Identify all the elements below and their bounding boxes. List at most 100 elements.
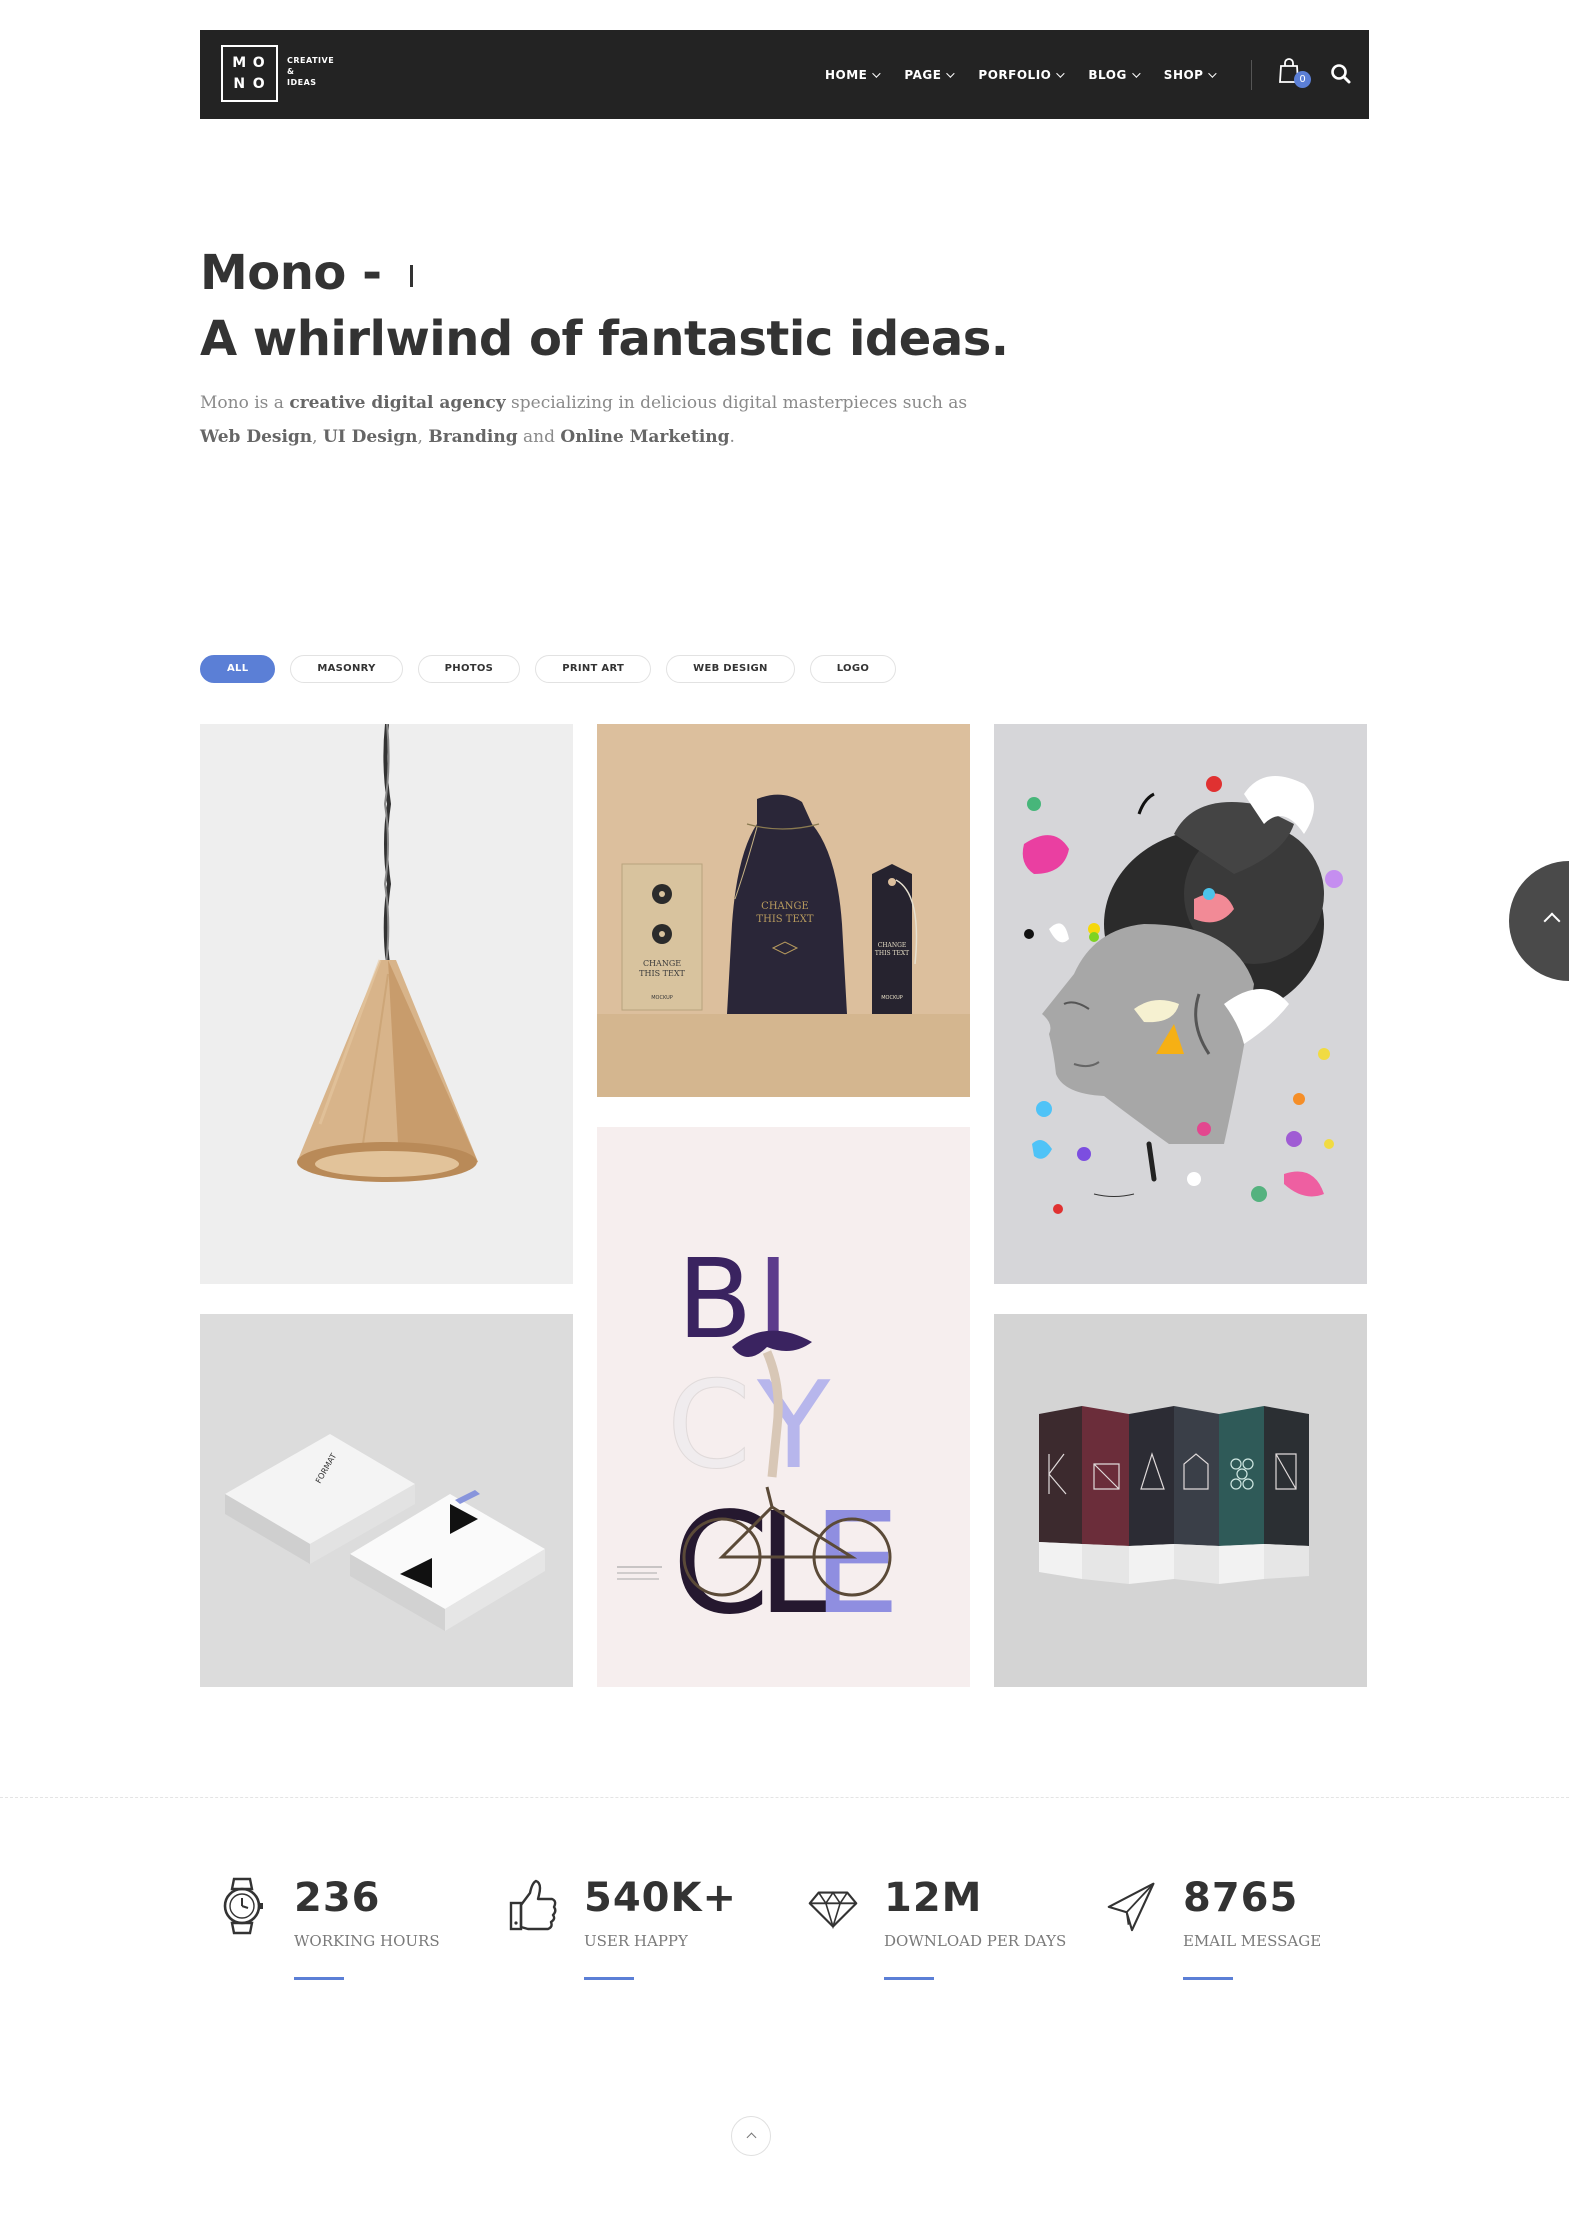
portfolio-item-packaging[interactable]: CHANGE THIS TEXT MOCKUP CHANGE THIS TEXT… [597, 724, 970, 1097]
filter-masonry[interactable]: MASONRY [290, 655, 403, 683]
tag-text: THIS TEXT [875, 950, 909, 957]
paper-plane-icon [1107, 1882, 1155, 1932]
portfolio-item-poster[interactable]: B I C Y C L E [597, 1127, 970, 1687]
illustration-image [994, 724, 1367, 1284]
stat-email-messages: 8765 EMAIL MESSAGE [1107, 1875, 1367, 1985]
brochure-image [994, 1314, 1367, 1687]
stat-underline [584, 1977, 634, 1980]
desc-text: and [517, 427, 561, 447]
nav-item-page[interactable]: PAGE [904, 67, 956, 82]
chevron-up-icon [1543, 912, 1561, 930]
logo-letter: M [232, 55, 248, 71]
lamp-image [200, 724, 573, 1284]
nav-item-label: PORFOLIO [978, 67, 1052, 82]
desc-bold: Branding [428, 427, 518, 447]
portfolio-filters: ALL MASONRY PHOTOS PRINT ART WEB DESIGN … [200, 655, 911, 683]
tag-text: THIS TEXT [756, 914, 813, 925]
hero-title: Mono - A whirlwind of fantastic ideas. [200, 240, 1009, 372]
desc-text: , [417, 427, 429, 447]
stat-underline [1183, 1977, 1233, 1980]
poster-letter: C [672, 1483, 770, 1646]
scroll-top-button-side[interactable] [1509, 861, 1569, 981]
chevron-down-icon [872, 68, 882, 78]
desc-text: specializing in delicious digital master… [505, 393, 968, 413]
typing-cursor [409, 265, 413, 287]
stat-working-hours: 236 WORKING HOURS [218, 1875, 478, 1985]
poster-letter: C [667, 1357, 751, 1496]
hero-title-line1: Mono - [200, 240, 1009, 306]
bicycle-poster-image: B I C Y C L E [597, 1127, 970, 1687]
diamond-icon [808, 1891, 858, 1930]
desc-bold: Web Design [200, 427, 313, 447]
cart-button[interactable]: 0 [1278, 58, 1312, 88]
site-header: M O N O CREATIVE & IDEAS HOME PAGE PORFO… [200, 30, 1369, 119]
nav-item-home[interactable]: HOME [825, 67, 882, 82]
logo-letter: N [233, 75, 247, 92]
stat-downloads: 12M DOWNLOAD PER DAYS [808, 1875, 1068, 1985]
stat-value: 540K+ [584, 1875, 738, 1921]
tagline-line: CREATIVE [287, 56, 335, 65]
nav-item-label: BLOG [1088, 67, 1127, 82]
portfolio-item-brochure[interactable] [994, 1314, 1367, 1687]
tag-text: CHANGE [761, 901, 809, 912]
chevron-down-icon [1208, 68, 1218, 78]
chevron-down-icon [1131, 68, 1141, 78]
portfolio-item-illustration[interactable] [994, 724, 1367, 1284]
desc-text: , [312, 427, 323, 447]
filter-photos[interactable]: PHOTOS [417, 655, 521, 683]
portfolio-item-business-cards[interactable]: FORMAT [200, 1314, 573, 1687]
cart-count-badge: 0 [1294, 71, 1311, 88]
desc-text: Mono is a [200, 393, 290, 413]
poster-letter: Y [756, 1357, 831, 1496]
nav-item-label: HOME [825, 67, 868, 82]
tagline-line: IDEAS [287, 78, 317, 87]
thumbs-up-icon [509, 1879, 557, 1931]
stat-underline [884, 1977, 934, 1980]
hero-title-prefix: Mono - [200, 245, 398, 301]
search-button[interactable] [1330, 63, 1352, 85]
section-divider [0, 1797, 1569, 1798]
business-cards-image: FORMAT [200, 1314, 573, 1687]
nav-item-label: PAGE [904, 67, 942, 82]
stat-value: 236 [294, 1875, 381, 1921]
tag-text: CHANGE [878, 942, 907, 949]
stat-user-happy: 540K+ USER HAPPY [508, 1875, 768, 1985]
logo-letter: O [252, 75, 266, 92]
stat-underline [294, 1977, 344, 1980]
main-nav: HOME PAGE PORFOLIO BLOG SHOP [825, 30, 1240, 119]
stat-label: EMAIL MESSAGE [1183, 1932, 1322, 1950]
chevron-down-icon [1056, 68, 1066, 78]
stat-value: 12M [884, 1875, 983, 1921]
portfolio-item-lamp[interactable] [200, 724, 573, 1284]
tag-text: CHANGE [643, 959, 681, 968]
stat-label: USER HAPPY [584, 1932, 688, 1950]
chevron-down-icon [946, 68, 956, 78]
chevron-up-icon [746, 2132, 757, 2143]
nav-divider [1251, 60, 1252, 90]
watch-icon [223, 1877, 263, 1935]
desc-bold: Online Marketing [560, 427, 730, 447]
filter-print-art[interactable]: PRINT ART [535, 655, 652, 683]
packaging-mockup-image: CHANGE THIS TEXT MOCKUP CHANGE THIS TEXT… [597, 724, 970, 1097]
hero-title-line2: A whirlwind of fantastic ideas. [200, 311, 1009, 367]
scroll-top-button[interactable] [731, 2116, 771, 2156]
site-logo[interactable]: M O N O [221, 45, 278, 102]
filter-logo[interactable]: LOGO [809, 655, 897, 683]
nav-item-label: SHOP [1163, 67, 1204, 82]
filter-web-design[interactable]: WEB DESIGN [666, 655, 795, 683]
stat-label: DOWNLOAD PER DAYS [884, 1932, 1067, 1950]
tagline-line: & [287, 67, 295, 76]
tag-text: MOCKUP [651, 995, 673, 1001]
nav-item-portfolio[interactable]: PORFOLIO [978, 67, 1066, 82]
logo-tagline: CREATIVE & IDEAS [287, 55, 334, 88]
nav-item-shop[interactable]: SHOP [1163, 67, 1218, 82]
tag-text: MOCKUP [881, 995, 903, 1001]
search-icon [1331, 64, 1351, 84]
stat-label: WORKING HOURS [294, 1932, 440, 1950]
logo-letter: O [252, 55, 266, 71]
filter-all[interactable]: ALL [200, 655, 276, 683]
desc-bold: creative digital agency [289, 393, 506, 413]
nav-item-blog[interactable]: BLOG [1088, 67, 1141, 82]
hero-description: Mono is a creative digital agency specia… [200, 386, 980, 454]
poster-letter: E [812, 1483, 900, 1646]
